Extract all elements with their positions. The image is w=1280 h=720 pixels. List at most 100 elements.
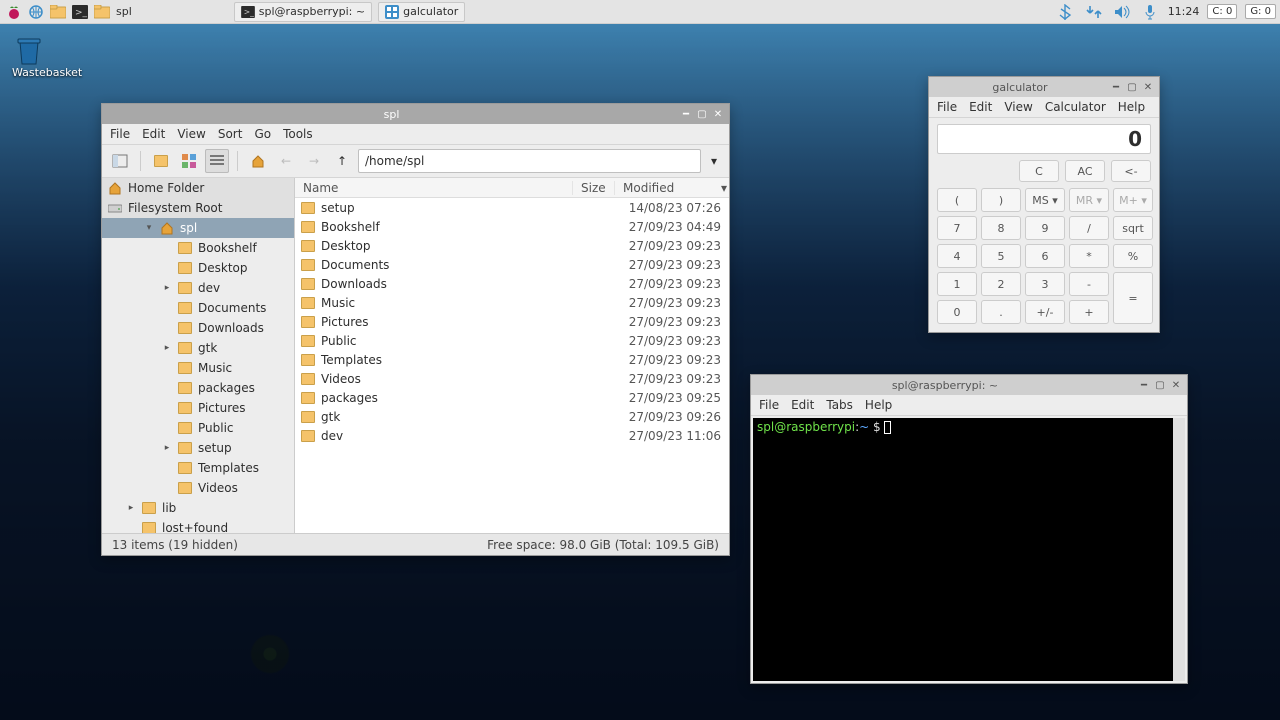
calc-c-button[interactable]: C [1019,160,1059,182]
raspberry-icon[interactable] [4,2,24,22]
sidebar-place-home-folder[interactable]: Home Folder [102,178,294,198]
calc-key-6[interactable]: 6 [1025,244,1065,268]
maximize-button[interactable]: ▢ [695,107,709,121]
calc-key-x[interactable]: ) [981,188,1021,212]
calc-key-7[interactable]: 7 [937,216,977,240]
menu-edit[interactable]: Edit [791,398,814,412]
calc-key-x[interactable]: - [1069,272,1109,296]
expander-icon[interactable]: ▾ [144,223,154,233]
path-dropdown-button[interactable]: ▾ [705,149,723,173]
fm-column-headers[interactable]: Name Size Modified ▾ [295,178,729,198]
volume-icon[interactable] [1112,2,1132,22]
calc-key-0[interactable]: 0 [937,300,977,324]
menu-view[interactable]: View [1004,100,1032,114]
close-button[interactable]: ✕ [711,107,725,121]
sidebar-item-videos[interactable]: Videos [102,478,294,498]
sidebar-item-pictures[interactable]: Pictures [102,398,294,418]
minimize-button[interactable]: ━ [1137,378,1151,392]
menu-calculator[interactable]: Calculator [1045,100,1106,114]
file-row[interactable]: Music27/09/23 09:23 [295,293,729,312]
minimize-button[interactable]: ━ [679,107,693,121]
calc-key-3[interactable]: 3 [1025,272,1065,296]
calc-key-mxxx[interactable]: M+ ▾ [1113,188,1153,212]
file-row[interactable]: packages27/09/23 09:25 [295,388,729,407]
files-quick-icon-2[interactable] [92,2,112,22]
calc-key-xxx[interactable]: +/- [1025,300,1065,324]
calc-key-x[interactable]: / [1069,216,1109,240]
calc-key-2[interactable]: 2 [981,272,1021,296]
file-row[interactable]: Desktop27/09/23 09:23 [295,236,729,255]
file-row[interactable]: Videos27/09/23 09:23 [295,369,729,388]
file-row[interactable]: Documents27/09/23 09:23 [295,255,729,274]
maximize-button[interactable]: ▢ [1125,80,1139,94]
close-button[interactable]: ✕ [1169,378,1183,392]
tray-indicator-g[interactable]: G: 0 [1245,4,1276,19]
file-row[interactable]: Templates27/09/23 09:23 [295,350,729,369]
scrollbar[interactable] [1173,418,1185,681]
home-button[interactable] [246,149,270,173]
tray-indicator-c[interactable]: C: 0 [1207,4,1237,19]
menu-file[interactable]: File [110,127,130,141]
sidebar-item-documents[interactable]: Documents [102,298,294,318]
file-row[interactable]: Bookshelf27/09/23 04:49 [295,217,729,236]
sidebar-item-setup[interactable]: ▸setup [102,438,294,458]
calc-titlebar[interactable]: galculator ━ ▢ ✕ [929,77,1159,97]
sidebar-item-public[interactable]: Public [102,418,294,438]
calc-key-5[interactable]: 5 [981,244,1021,268]
fm-sidebar[interactable]: Home FolderFilesystem Root▾splBookshelfD… [102,178,295,533]
maximize-button[interactable]: ▢ [1153,378,1167,392]
menu-view[interactable]: View [177,127,205,141]
menu-help[interactable]: Help [865,398,892,412]
sidebar-item-lost+found[interactable]: lost+found [102,518,294,533]
terminal-body[interactable]: spl@raspberrypi:~ $ [753,418,1185,681]
menu-edit[interactable]: Edit [969,100,992,114]
menu-file[interactable]: File [759,398,779,412]
taskbar-app-calculator[interactable]: galculator [378,2,465,22]
calc-key-x[interactable]: + [1069,300,1109,324]
wastebasket-icon[interactable]: Wastebasket [12,36,82,79]
menu-help[interactable]: Help [1118,100,1145,114]
col-size[interactable]: Size [573,181,615,195]
sidebar-place-filesystem-root[interactable]: Filesystem Root [102,198,294,218]
sidebar-item-desktop[interactable]: Desktop [102,258,294,278]
expander-icon[interactable]: ▸ [126,503,136,513]
sidebar-item-bookshelf[interactable]: Bookshelf [102,238,294,258]
sidebar-item-templates[interactable]: Templates [102,458,294,478]
back-button[interactable]: ← [274,149,298,173]
calc-key-4[interactable]: 4 [937,244,977,268]
file-row[interactable]: Public27/09/23 09:23 [295,331,729,350]
menu-file[interactable]: File [937,100,957,114]
file-row[interactable]: dev27/09/23 11:06 [295,426,729,445]
sidebar-item-music[interactable]: Music [102,358,294,378]
calc-key-sqrt[interactable]: sqrt [1113,216,1153,240]
menu-edit[interactable]: Edit [142,127,165,141]
icon-view-button[interactable] [149,149,173,173]
sidebar-item-gtk[interactable]: ▸gtk [102,338,294,358]
bluetooth-icon[interactable] [1056,2,1076,22]
calc-key-1[interactable]: 1 [937,272,977,296]
sidebar-item-spl[interactable]: ▾spl [102,218,294,238]
file-row[interactable]: Pictures27/09/23 09:23 [295,312,729,331]
fm-titlebar[interactable]: spl ━ ▢ ✕ [102,104,729,124]
sidebar-item-downloads[interactable]: Downloads [102,318,294,338]
expander-icon[interactable]: ▸ [162,443,172,453]
clock[interactable]: 11:24 [1168,5,1200,18]
sidebar-item-lib[interactable]: ▸lib [102,498,294,518]
calc-key-x[interactable]: * [1069,244,1109,268]
calc-key-8[interactable]: 8 [981,216,1021,240]
taskbar-app-terminal[interactable]: >_ spl@raspberrypi: ~ [234,2,372,22]
mic-icon[interactable] [1140,2,1160,22]
file-row[interactable]: setup14/08/23 07:26 [295,198,729,217]
calc-key-9[interactable]: 9 [1025,216,1065,240]
up-button[interactable]: ↑ [330,149,354,173]
calc-key-mrxx[interactable]: MR ▾ [1069,188,1109,212]
calc-key-x[interactable]: % [1113,244,1153,268]
col-name[interactable]: Name [295,181,573,195]
menu-sort[interactable]: Sort [218,127,243,141]
menu-tabs[interactable]: Tabs [826,398,853,412]
compact-view-button[interactable] [177,149,201,173]
network-icon[interactable] [1084,2,1104,22]
sort-indicator-icon[interactable]: ▾ [713,181,729,195]
calc-ac-button[interactable]: AC [1065,160,1105,182]
file-row[interactable]: gtk27/09/23 09:26 [295,407,729,426]
